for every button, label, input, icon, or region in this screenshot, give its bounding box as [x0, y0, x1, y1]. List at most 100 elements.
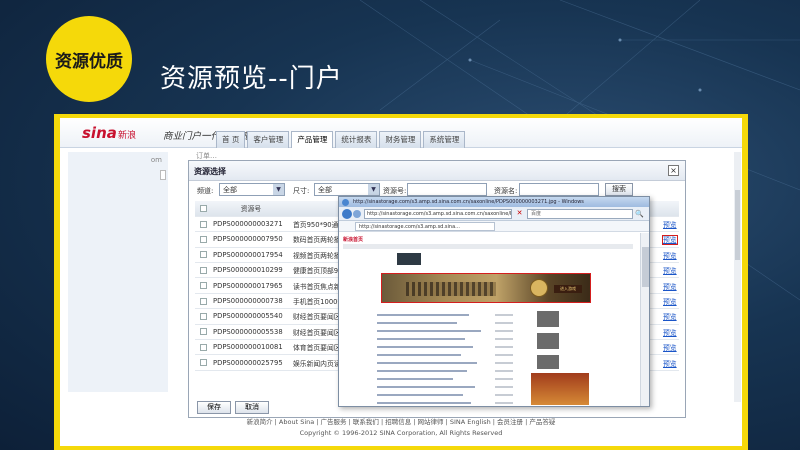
row-checkbox[interactable]	[199, 251, 207, 259]
row-checkbox[interactable]	[199, 328, 207, 336]
browser-tab-bar: http://sinastorage.com/s3.amp.sd.sina...	[339, 221, 649, 232]
row-checkbox[interactable]	[199, 343, 207, 351]
resource-id: PDPS000000005540	[211, 308, 291, 325]
preview-link[interactable]: 预览	[663, 313, 677, 321]
column-header-resource-no: 资源号	[211, 201, 291, 217]
size-select[interactable]: 全部 ▼	[314, 183, 380, 196]
preview-link[interactable]: 预览	[663, 221, 677, 229]
sina-logo-sub: 新浪	[118, 131, 137, 141]
row-checkbox[interactable]	[199, 282, 207, 290]
list-item-date	[495, 370, 513, 372]
side-image	[537, 355, 559, 369]
sidebar-tag: om	[150, 156, 162, 164]
page-scrollbar[interactable]	[734, 152, 741, 402]
row-checkbox[interactable]	[199, 312, 207, 320]
list-item	[377, 359, 527, 367]
sidebar-checkbox[interactable]	[160, 170, 166, 180]
preview-cell: 预览	[661, 216, 679, 233]
back-icon[interactable]	[342, 209, 352, 219]
resource-no-input[interactable]	[407, 183, 487, 196]
section-badge: 资源优质	[46, 16, 132, 102]
preview-cell: 预览	[661, 247, 679, 264]
resource-id: PDPS000000010081	[211, 339, 291, 356]
list-item-text	[377, 354, 461, 356]
list-item-date	[495, 330, 513, 332]
page-game-banner	[531, 373, 589, 405]
search-button[interactable]: 搜索	[605, 183, 633, 196]
preview-link[interactable]: 预览	[663, 329, 677, 337]
footer-links[interactable]: 新浪简介 | About Sina | 广告服务 | 联系我们 | 招聘信息 |…	[60, 416, 742, 426]
tab-home[interactable]: 首 页	[216, 131, 246, 148]
preview-link[interactable]: 预览	[663, 298, 677, 306]
ad-cta: 进入游戏	[554, 285, 582, 293]
list-item	[377, 327, 527, 335]
size-select-value: 全部	[318, 186, 332, 194]
close-icon[interactable]: ✕	[515, 209, 524, 218]
ad-artwork	[406, 282, 496, 296]
browser-titlebar: http://sinastorage.com/s3.amp.sd.sina.co…	[339, 197, 649, 207]
save-button[interactable]: 保存	[197, 401, 231, 414]
list-item	[377, 383, 527, 391]
page-brand: 新浪首页	[343, 237, 364, 243]
row-checkbox[interactable]	[199, 359, 207, 367]
preview-browser-window: http://sinastorage.com/s3.amp.sd.sina.co…	[338, 196, 650, 407]
page-logo-image	[397, 253, 421, 265]
close-icon[interactable]: ×	[668, 165, 679, 176]
tab-products[interactable]: 产品管理	[291, 131, 334, 148]
row-checkbox[interactable]	[199, 297, 207, 305]
size-label: 尺寸:	[293, 187, 310, 195]
list-item-text	[377, 378, 453, 380]
list-item	[377, 399, 527, 406]
row-checkbox[interactable]	[199, 220, 207, 228]
page-side-images	[537, 311, 587, 371]
browser-search-input[interactable]: 百度	[527, 209, 633, 219]
resource-id: PDPS000000017954	[211, 247, 291, 264]
nav-tabs: 首 页 客户管理 产品管理 统计报表 财务管理 系统管理	[216, 131, 467, 148]
app-header: sina 新浪 商业门户一代理系统 首 页 客户管理 产品管理 统计报表 财务管…	[60, 118, 742, 148]
channel-select[interactable]: 全部 ▼	[219, 183, 285, 196]
resource-name-input[interactable]	[519, 183, 599, 196]
forward-icon[interactable]	[353, 210, 361, 218]
row-checkbox[interactable]	[199, 235, 207, 243]
scrollbar-thumb[interactable]	[735, 190, 740, 260]
preview-cell: 预览	[661, 339, 679, 356]
preview-link[interactable]: 预览	[663, 360, 677, 368]
row-checkbox-cell	[195, 324, 211, 341]
row-checkbox-cell	[195, 216, 211, 233]
ie-icon	[342, 199, 349, 206]
tab-reports[interactable]: 统计报表	[335, 131, 378, 148]
preview-link[interactable]: 预览	[663, 267, 677, 275]
preview-link[interactable]: 预览	[663, 252, 677, 260]
select-all-checkbox[interactable]	[199, 204, 207, 212]
browser-url-input[interactable]: http://sinastorage.com/s3.amp.sd.sina.co…	[364, 209, 512, 219]
channel-label: 频道:	[197, 187, 214, 195]
preview-link[interactable]: 预览	[663, 344, 677, 352]
preview-link-highlighted[interactable]: 预览	[662, 235, 678, 246]
list-item-text	[377, 386, 475, 388]
browser-scrollbar-thumb[interactable]	[642, 247, 649, 287]
row-checkbox-cell	[195, 277, 211, 294]
preview-cell: 预览	[661, 277, 679, 294]
ad-emblem	[530, 279, 548, 297]
cancel-button[interactable]: 取消	[235, 401, 269, 414]
browser-tab[interactable]: http://sinastorage.com/s3.amp.sd.sina...	[355, 222, 495, 231]
list-item-date	[495, 346, 513, 348]
preview-cell: 预览	[661, 354, 679, 371]
list-item-date	[495, 314, 513, 316]
resource-id: PDPS000000010299	[211, 262, 291, 279]
list-item-text	[377, 346, 473, 348]
copyright: Copyright © 1996-2012 SINA Corporation, …	[299, 429, 503, 437]
list-item	[377, 311, 527, 319]
sina-logo: sina	[82, 124, 117, 142]
preview-link[interactable]: 预览	[663, 283, 677, 291]
tab-system[interactable]: 系统管理	[423, 131, 466, 148]
tab-finance[interactable]: 财务管理	[379, 131, 422, 148]
row-checkbox[interactable]	[199, 266, 207, 274]
dialog-header: 资源选择 ×	[189, 161, 685, 181]
row-checkbox-cell	[195, 308, 211, 325]
browser-scrollbar[interactable]	[640, 233, 649, 406]
search-icon[interactable]: 🔍	[635, 209, 647, 219]
tab-customers[interactable]: 客户管理	[247, 131, 290, 148]
preview-cell: 预览	[661, 324, 679, 341]
row-checkbox-cell	[195, 293, 211, 310]
